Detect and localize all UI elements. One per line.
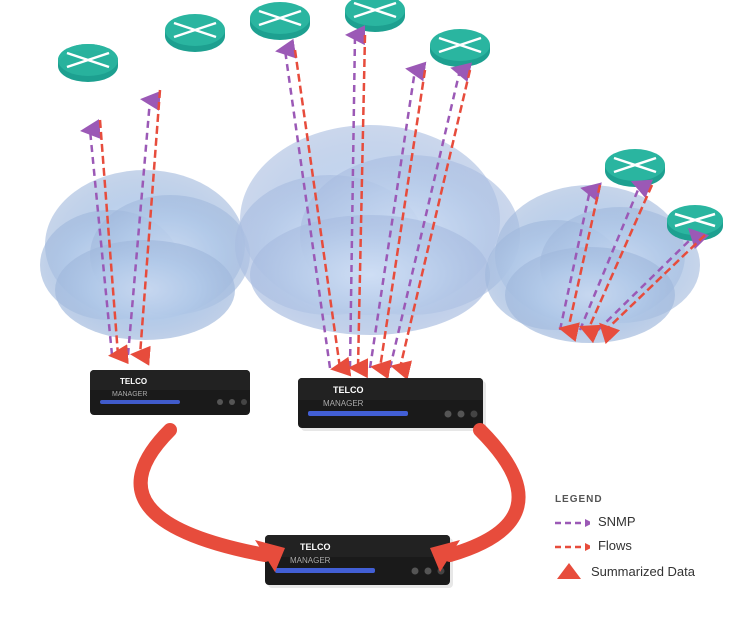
legend-item-flows: Flows [555, 537, 695, 553]
telco-manager-bottom: TELCO MANAGER [265, 535, 453, 588]
center-cloud [235, 125, 520, 335]
svg-text:TELCO: TELCO [300, 542, 331, 552]
svg-text:TELCO: TELCO [333, 385, 364, 395]
summarized-arrow-right [450, 430, 519, 555]
telco-manager-center: TELCO MANAGER [298, 378, 486, 431]
router-center-3 [430, 29, 490, 67]
legend-title: LEGEND [555, 494, 695, 505]
legend-item-summarized: Summarized Data [555, 561, 695, 581]
flows-legend-line [555, 537, 590, 553]
summarized-label: Summarized Data [591, 564, 695, 579]
snmp-label: SNMP [598, 514, 636, 529]
telco-manager-left: TELCO MANAGER [90, 370, 250, 415]
network-diagram: TELCO MANAGER TELCO MANAGER [0, 0, 740, 619]
router-left-2 [165, 14, 225, 52]
summarized-arrow-left [141, 430, 265, 555]
flows-label: Flows [598, 538, 632, 553]
svg-text:TELCO: TELCO [120, 377, 147, 386]
left-cloud [40, 170, 250, 340]
router-center-2 [345, 0, 405, 32]
svg-text:MANAGER: MANAGER [112, 391, 147, 398]
legend-item-snmp: SNMP [555, 513, 695, 529]
svg-text:MANAGER: MANAGER [290, 556, 331, 565]
legend: LEGEND SNMP Flows [540, 484, 710, 599]
snmp-legend-line [555, 513, 590, 529]
router-right-1 [605, 149, 665, 187]
router-center-1 [250, 2, 310, 40]
svg-text:MANAGER: MANAGER [323, 399, 364, 408]
router-left-1 [58, 44, 118, 82]
